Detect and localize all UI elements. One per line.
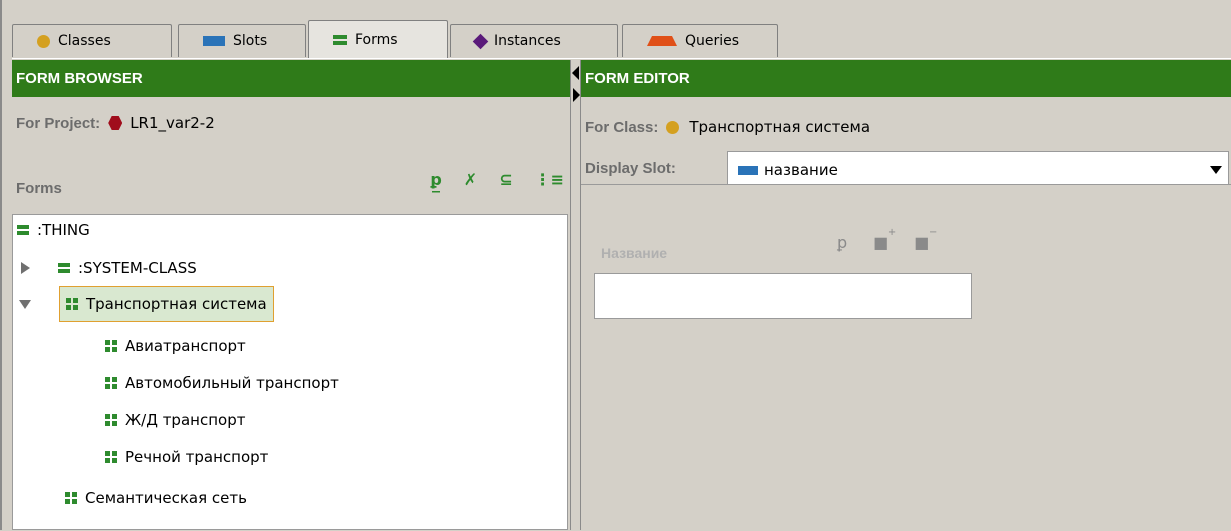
forms-tree: :THING :SYSTEM-CLASS Транспортная систем… (12, 214, 568, 530)
form-browser-header: FORM BROWSER (12, 60, 570, 97)
class-circle-icon (37, 34, 50, 48)
remove-customization-icon[interactable]: ✗ (464, 170, 477, 189)
tab-label: Slots (233, 33, 268, 49)
forms-label-row: Forms (16, 180, 62, 197)
tree-node[interactable]: :THING (17, 217, 90, 243)
tree-node-label: Автомобильный транспорт (125, 374, 339, 392)
tab-slots[interactable]: Slots (178, 24, 306, 57)
add-value-icon[interactable]: ■ + (873, 227, 896, 252)
slot-bar-icon (738, 165, 758, 175)
class-circle-icon (666, 120, 680, 134)
tree-node[interactable]: :SYSTEM-CLASS (21, 255, 197, 281)
tab-bar: Classes Slots Forms Instances Queries (10, 20, 1231, 60)
project-label: For Project: (16, 114, 101, 132)
widget-label: Название (601, 245, 668, 261)
class-row: For Class: Транспортная система (585, 118, 870, 136)
form-icon (58, 263, 70, 273)
tab-forms[interactable]: Forms (308, 20, 448, 58)
view-value-icon[interactable]: ꝑ (837, 233, 847, 252)
form-browser-panel: FORM BROWSER For Project: LR1_var2-2 For… (12, 60, 570, 530)
custom-form-icon (66, 298, 78, 310)
form-icon (17, 225, 29, 235)
tree-node-label: Семантическая сеть (85, 489, 247, 507)
tree-node[interactable]: Ж/Д транспорт (105, 407, 245, 433)
display-slot-row: Display Slot: (585, 160, 676, 177)
forms-toolbar: ꝑ̲ ✗ ⊆ ⋮≡ (430, 170, 564, 189)
slot-bar-icon (203, 36, 225, 46)
widget-text-field[interactable] (594, 273, 972, 319)
layout-like-icon[interactable]: ⋮≡ (535, 170, 564, 189)
class-label: For Class: (585, 118, 659, 136)
tab-label: Instances (494, 33, 561, 49)
tree-node[interactable]: Речной транспорт (105, 444, 268, 470)
tree-node-label: Авиатранспорт (125, 337, 246, 355)
widget-toolbar: ꝑ ■ + ■ − (837, 227, 937, 252)
tab-classes[interactable]: Classes (12, 24, 172, 57)
tree-node-label: Транспортная система (86, 295, 267, 313)
tree-node-selected[interactable]: Транспортная система (19, 286, 274, 322)
view-form-icon[interactable]: ꝑ̲ (430, 170, 441, 189)
tab-queries[interactable]: Queries (622, 24, 778, 57)
panel-splitter[interactable] (570, 60, 581, 530)
selected-node[interactable]: Транспортная система (59, 286, 274, 322)
relayout-icon[interactable]: ⊆ (499, 170, 512, 189)
custom-form-icon (105, 340, 117, 352)
display-slot-label: Display Slot: (585, 160, 676, 177)
custom-form-icon (65, 492, 77, 504)
collapse-left-arrow-icon[interactable] (572, 66, 579, 80)
remove-value-icon[interactable]: ■ − (914, 227, 937, 252)
custom-form-icon (105, 414, 117, 426)
class-name: Транспортная система (689, 118, 871, 136)
form-icon (333, 34, 347, 45)
forms-label: Forms (16, 180, 62, 197)
custom-form-icon (105, 377, 117, 389)
project-name: LR1_var2-2 (130, 114, 215, 132)
tree-node-label: :SYSTEM-CLASS (78, 259, 197, 277)
tree-node-label: Ж/Д транспорт (125, 411, 246, 429)
form-editor-panel: FORM EDITOR For Class: Транспортная сист… (581, 60, 1231, 531)
project-row: For Project: LR1_var2-2 (16, 114, 215, 132)
expand-arrow-icon[interactable] (21, 262, 30, 274)
tree-node[interactable]: Семантическая сеть (65, 485, 247, 511)
project-hexagon-icon (108, 116, 123, 130)
tree-node[interactable]: Авиатранспорт (105, 333, 246, 359)
form-canvas: Название ꝑ ■ + ■ − (581, 184, 1231, 531)
query-icon (647, 36, 677, 46)
tab-instances[interactable]: Instances (450, 24, 618, 57)
tab-label: Queries (685, 33, 740, 49)
form-editor-header: FORM EDITOR (581, 60, 1231, 97)
chevron-down-icon[interactable] (1210, 166, 1222, 174)
collapse-arrow-icon[interactable] (19, 299, 31, 309)
tree-node-label: :THING (37, 221, 90, 239)
custom-form-icon (105, 451, 117, 463)
tab-divider (12, 58, 1231, 59)
tree-node-label: Речной транспорт (125, 448, 269, 466)
tree-node[interactable]: Автомобильный транспорт (105, 370, 339, 396)
tab-label: Forms (355, 31, 398, 48)
display-slot-value: название (764, 161, 838, 179)
instance-diamond-icon (472, 33, 489, 49)
expand-right-arrow-icon[interactable] (573, 88, 580, 102)
tab-label: Classes (58, 33, 111, 49)
